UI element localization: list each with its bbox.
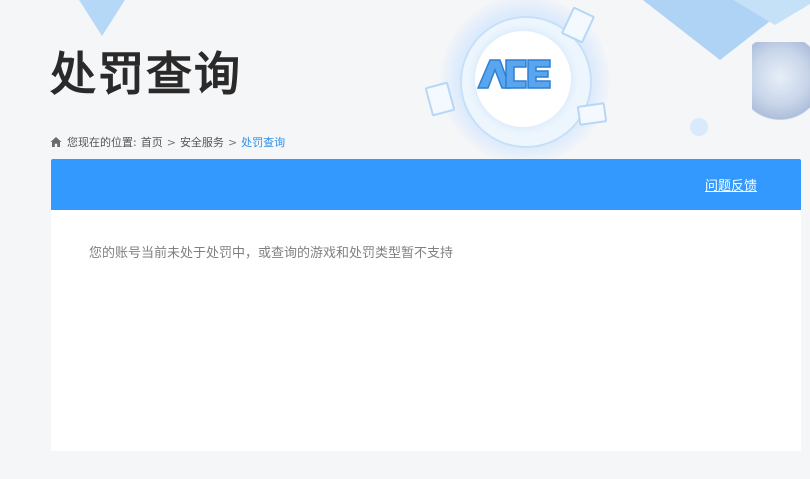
- page-title: 处罚查询: [50, 47, 242, 101]
- decor-triangle: [725, 0, 810, 25]
- breadcrumb-separator: >: [227, 135, 238, 149]
- result-message: 您的账号当前未处于处罚中，或查询的游戏和处罚类型暂不支持: [89, 246, 454, 261]
- breadcrumb-item-current: 处罚查询: [241, 136, 286, 149]
- game-tile-icon: [576, 102, 608, 126]
- panel-body: 您的账号当前未处于处罚中，或查询的游戏和处罚类型暂不支持: [51, 210, 801, 261]
- breadcrumb-item-home[interactable]: 首页: [141, 134, 163, 150]
- decor-dot: [690, 118, 708, 136]
- feedback-link[interactable]: 问题反馈: [705, 175, 757, 194]
- character-illustration: [752, 42, 810, 120]
- home-icon: [50, 137, 62, 147]
- breadcrumb: 您现在的位置: 首页 > 安全服务 > 处罚查询: [50, 134, 285, 150]
- ace-logo-icon: [476, 59, 551, 89]
- breadcrumb-item-security[interactable]: 安全服务: [180, 134, 224, 150]
- panel-header: 问题反馈: [51, 159, 801, 210]
- breadcrumb-separator: >: [166, 135, 176, 149]
- breadcrumb-prefix: 您现在的位置:: [67, 136, 137, 149]
- decor-triangle: [60, 0, 144, 36]
- result-panel: 问题反馈 您的账号当前未处于处罚中，或查询的游戏和处罚类型暂不支持: [51, 159, 801, 451]
